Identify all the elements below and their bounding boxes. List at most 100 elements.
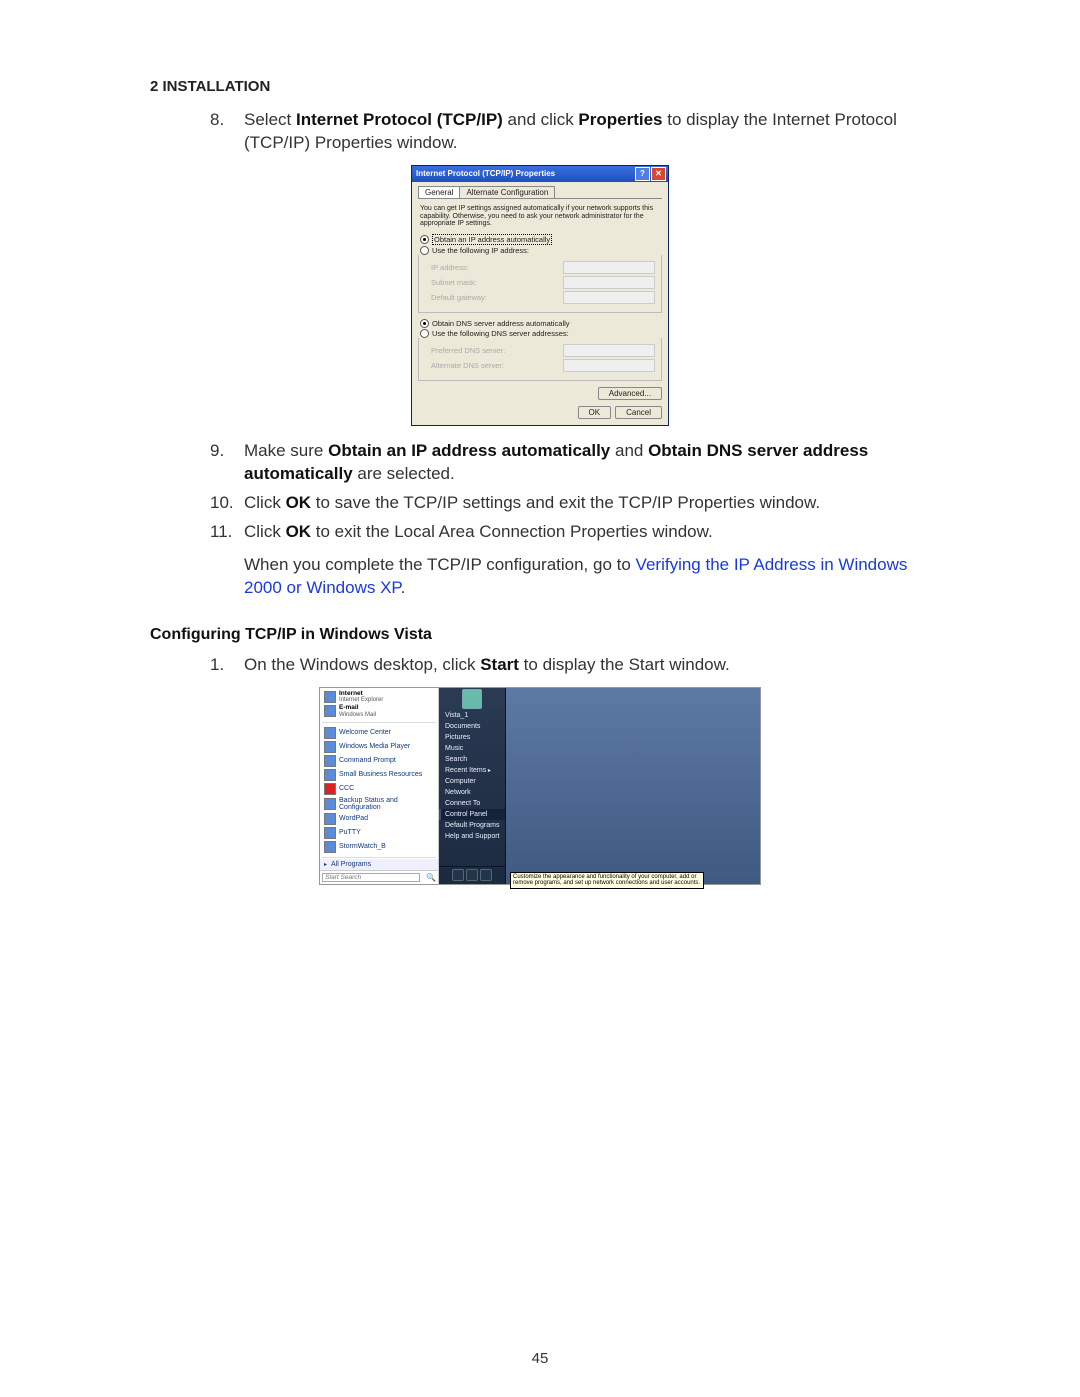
mid-network[interactable]: Network (439, 787, 505, 798)
radio-ip-manual[interactable]: Use the following IP address: (420, 246, 662, 255)
bold: Start (480, 655, 519, 674)
start-right-pane: Vista_1 Documents Pictures Music Search … (439, 688, 506, 884)
step-number: 8. (210, 109, 224, 132)
step-number: 11. (210, 521, 232, 544)
label: Subnet mask: (431, 278, 563, 287)
all-programs[interactable]: All Programs (320, 859, 438, 870)
field-dns2: Alternate DNS server: (431, 359, 655, 372)
radio-icon (420, 319, 429, 328)
recent-item[interactable]: CCC (322, 782, 436, 796)
close-button[interactable]: ✕ (651, 167, 666, 181)
label: PuTTY (339, 829, 361, 836)
section-header: 2 INSTALLATION (150, 78, 930, 95)
ip-input[interactable] (563, 261, 655, 274)
mid-control-panel[interactable]: Control Panel (439, 809, 505, 820)
app-icon (324, 813, 336, 825)
tabs: General Alternate Configuration (418, 186, 662, 199)
steps-8: 8. Select Internet Protocol (TCP/IP) and… (210, 109, 930, 155)
radio-icon (420, 235, 429, 244)
power-icon[interactable] (452, 869, 464, 881)
recent-item[interactable]: Windows Media Player (322, 740, 436, 754)
bold: Obtain an IP address automatically (328, 441, 610, 460)
recent-item[interactable]: WordPad (322, 812, 436, 826)
field-ip: IP address: (431, 261, 655, 274)
separator (322, 722, 436, 723)
mid-search[interactable]: Search (439, 754, 505, 765)
shutdown-menu-icon[interactable] (480, 869, 492, 881)
advanced-button[interactable]: Advanced... (598, 387, 662, 400)
start-left-pane: InternetInternet Explorer E-mailWindows … (320, 688, 439, 884)
app-icon (324, 783, 336, 795)
step-number: 10. (210, 492, 234, 515)
text: Make sure (244, 441, 328, 460)
step-10: 10. Click OK to save the TCP/IP settings… (210, 492, 930, 515)
help-button[interactable]: ? (635, 167, 650, 181)
text: and (610, 441, 648, 460)
mask-input[interactable] (563, 276, 655, 289)
mid-default-programs[interactable]: Default Programs (439, 820, 505, 831)
subheading-vista: Configuring TCP/IP in Windows Vista (150, 626, 930, 644)
mid-recent-items[interactable]: Recent Items (439, 765, 505, 776)
label: Windows Media Player (339, 743, 410, 750)
radio-icon (420, 246, 429, 255)
sublabel: Windows Mail (339, 712, 376, 718)
mid-computer[interactable]: Computer (439, 776, 505, 787)
bold: Properties (578, 110, 662, 129)
separator (322, 857, 436, 858)
recent-item[interactable]: StormWatch_B (322, 840, 436, 854)
app-icon (324, 841, 336, 853)
lock-icon[interactable] (466, 869, 478, 881)
steps-vista: 1. On the Windows desktop, click Start t… (210, 654, 930, 677)
text: to save the TCP/IP settings and exit the… (311, 493, 820, 512)
mid-documents[interactable]: Documents (439, 721, 505, 732)
tcpip-titlebar: Internet Protocol (TCP/IP) Properties ? … (412, 166, 668, 182)
recent-item[interactable]: Command Prompt (322, 754, 436, 768)
pinned-internet[interactable]: InternetInternet Explorer (322, 690, 436, 705)
radio-dns-auto[interactable]: Obtain DNS server address automatically (420, 319, 662, 328)
cancel-button[interactable]: Cancel (615, 406, 662, 419)
gateway-input[interactable] (563, 291, 655, 304)
bold: Internet Protocol (TCP/IP) (296, 110, 503, 129)
step-11: 11. Click OK to exit the Local Area Conn… (210, 521, 930, 544)
tab-alternate[interactable]: Alternate Configuration (459, 186, 555, 198)
radio-ip-auto[interactable]: Obtain an IP address automatically (420, 234, 662, 245)
pinned-email[interactable]: E-mailWindows Mail (322, 704, 436, 719)
dns2-input[interactable] (563, 359, 655, 372)
radio-label: Obtain an IP address automatically (432, 234, 552, 245)
ip-fieldset: IP address: Subnet mask: Default gateway… (418, 255, 662, 313)
step-number: 9. (210, 440, 224, 463)
text: Select (244, 110, 296, 129)
tcpip-dialog: Internet Protocol (TCP/IP) Properties ? … (411, 165, 669, 426)
mid-help-support[interactable]: Help and Support (439, 831, 505, 842)
label: Preferred DNS server: (431, 346, 563, 355)
control-panel-tooltip: Customize the appearance and functionali… (510, 872, 704, 889)
recent-item[interactable]: Backup Status and Configuration (322, 796, 436, 812)
app-icon (324, 755, 336, 767)
tcpip-figure: Internet Protocol (TCP/IP) Properties ? … (150, 165, 930, 426)
tab-general[interactable]: General (418, 186, 460, 198)
start-search-input[interactable] (322, 873, 420, 882)
vista-figure: InternetInternet Explorer E-mailWindows … (150, 687, 930, 885)
radio-label: Obtain DNS server address automatically (432, 319, 570, 328)
mid-music[interactable]: Music (439, 743, 505, 754)
power-buttons (439, 866, 505, 884)
text: . (401, 578, 406, 597)
recent-item[interactable]: Small Business Resources (322, 768, 436, 782)
dns-fieldset: Preferred DNS server: Alternate DNS serv… (418, 338, 662, 381)
dns1-input[interactable] (563, 344, 655, 357)
label: IP address: (431, 263, 563, 272)
avatar-icon (462, 689, 482, 709)
step-9: 9. Make sure Obtain an IP address automa… (210, 440, 930, 486)
field-dns1: Preferred DNS server: (431, 344, 655, 357)
step-number: 1. (210, 654, 224, 677)
ok-button[interactable]: OK (578, 406, 612, 419)
radio-dns-manual[interactable]: Use the following DNS server addresses: (420, 329, 662, 338)
dialog-title: Internet Protocol (TCP/IP) Properties (416, 169, 555, 178)
mid-pictures[interactable]: Pictures (439, 732, 505, 743)
recent-item[interactable]: Welcome Center (322, 726, 436, 740)
mid-connect-to[interactable]: Connect To (439, 798, 505, 809)
dialog-description: You can get IP settings assigned automat… (420, 205, 660, 228)
bold: OK (286, 522, 312, 541)
text: Click (244, 522, 286, 541)
recent-item[interactable]: PuTTY (322, 826, 436, 840)
